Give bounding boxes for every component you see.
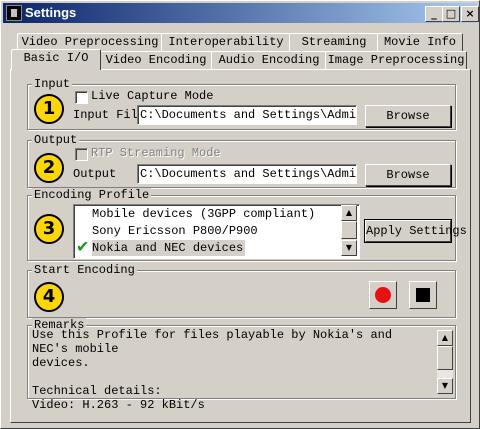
close-button[interactable]: × [461,6,479,22]
record-button[interactable] [369,281,397,309]
check-icon: ✔ [76,237,90,256]
tab-basic-io[interactable]: Basic I/O [11,49,101,70]
maximize-button[interactable]: □ [442,6,460,22]
apply-settings-button[interactable]: Apply Settings [364,219,467,243]
remarks-scrollbar[interactable]: ▲ ▼ [437,330,453,394]
encoding-profile-group-label: Encoding Profile [32,188,152,202]
step-1-icon: 1 [34,94,64,124]
step-4-icon: 4 [34,282,64,312]
profile-scrollbar[interactable]: ▲ ▼ [341,205,357,256]
start-encoding-group: Start Encoding 4 [27,263,456,318]
settings-window: Settings _ □ × Video Preprocessing Inter… [0,0,480,429]
step-3-icon: 3 [34,214,64,244]
profile-listbox[interactable]: Mobile devices (3GPP compliant) Sony Eri… [73,204,360,259]
output-group-label: Output [32,133,80,147]
input-file-field[interactable]: C:\Documents and Settings\Administra [137,105,357,125]
remarks-group: Remarks Use this Profile for files playa… [27,318,456,412]
input-file-label: Input File [73,108,146,122]
output-file-label: Output [73,167,117,181]
remarks-scroll-thumb[interactable] [437,346,453,370]
stop-icon [416,288,430,302]
scroll-thumb[interactable] [341,221,357,239]
minimize-button[interactable]: _ [425,6,443,22]
profile-item-nokia[interactable]: Nokia and NEC devices [92,240,246,256]
step-2-icon: 2 [34,153,64,183]
scroll-down-icon[interactable]: ▼ [341,240,357,256]
tab-video-encoding[interactable]: Video Encoding [99,51,213,69]
record-icon [375,287,391,303]
tab-movie-info[interactable]: Movie Info [377,33,463,51]
window-title: Settings [25,5,77,20]
stop-button[interactable] [409,281,437,309]
remarks-scroll-down-icon[interactable]: ▼ [437,378,453,394]
input-group: Input 1 Live Capture Mode Input File C:\… [27,77,456,130]
profile-item-sony[interactable]: Sony Ericsson P800/P900 [92,223,260,239]
app-icon [6,5,22,21]
start-encoding-group-label: Start Encoding [32,263,137,277]
tab-audio-encoding[interactable]: Audio Encoding [211,51,327,69]
remarks-text: Use this Profile for files playable by N… [32,328,393,412]
output-group: Output 2 RTP Streaming Mode Output C:\Do… [27,133,456,188]
live-capture-label: Live Capture Mode [91,89,214,103]
rtp-streaming-checkbox[interactable] [75,148,88,161]
live-capture-checkbox[interactable] [75,91,88,104]
tab-image-preprocessing[interactable]: Image Preprocessing [325,51,467,69]
input-group-label: Input [32,77,73,91]
scroll-up-icon[interactable]: ▲ [341,205,357,221]
output-browse-button[interactable]: Browse [365,164,451,186]
apply-settings-label: Apply Settings [366,224,467,238]
profile-item-mobile[interactable]: Mobile devices (3GPP compliant) [92,206,317,222]
remarks-scroll-up-icon[interactable]: ▲ [437,330,453,346]
title-bar[interactable]: Settings _ □ × [3,3,479,23]
tab-interoperability[interactable]: Interoperability [161,33,291,51]
tab-streaming[interactable]: Streaming [289,33,379,51]
rtp-streaming-label: RTP Streaming Mode [91,146,221,160]
output-file-field[interactable]: C:\Documents and Settings\Administra [137,164,357,184]
input-browse-button[interactable]: Browse [365,105,451,127]
basic-io-panel: Input 1 Live Capture Mode Input File C:\… [10,69,471,423]
encoding-profile-group: Encoding Profile 3 Mobile devices (3GPP … [27,188,467,261]
